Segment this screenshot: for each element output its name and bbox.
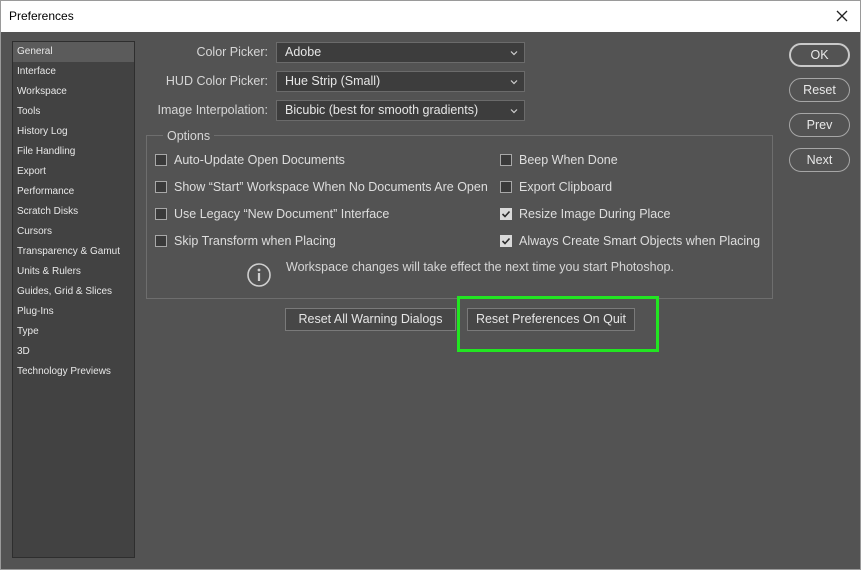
- preferences-sidebar: General Interface Workspace Tools Histor…: [12, 41, 135, 558]
- color-picker-label: Color Picker:: [196, 45, 268, 59]
- hud-color-picker-select[interactable]: Hue Strip (Small): [276, 71, 525, 92]
- chevron-down-icon: [510, 80, 518, 85]
- checkmark-icon: [501, 210, 511, 218]
- auto-update-label[interactable]: Auto-Update Open Documents: [174, 153, 345, 167]
- export-clipboard-checkbox[interactable]: [500, 181, 512, 193]
- prev-button[interactable]: Prev: [789, 113, 850, 137]
- sidebar-item-performance[interactable]: Performance: [13, 182, 134, 202]
- sidebar-item-file-handling[interactable]: File Handling: [13, 142, 134, 162]
- reset-warning-dialogs-button[interactable]: Reset All Warning Dialogs: [285, 308, 456, 331]
- info-icon: [247, 263, 271, 287]
- image-interpolation-label: Image Interpolation:: [157, 103, 269, 117]
- legacy-new-document-label[interactable]: Use Legacy “New Document” Interface: [174, 207, 389, 221]
- close-icon[interactable]: [832, 6, 852, 26]
- show-start-workspace-checkbox[interactable]: [155, 181, 167, 193]
- preferences-dialog: Preferences General Interface Workspace …: [0, 0, 861, 570]
- show-start-workspace-label[interactable]: Show “Start” Workspace When No Documents…: [174, 180, 488, 194]
- options-group-title: Options: [163, 129, 215, 143]
- resize-image-label[interactable]: Resize Image During Place: [519, 207, 670, 221]
- ok-button[interactable]: OK: [789, 43, 850, 67]
- title-bar: Preferences: [1, 1, 860, 32]
- chevron-down-icon: [510, 109, 518, 114]
- highlight-box: [457, 296, 659, 352]
- next-button[interactable]: Next: [789, 148, 850, 172]
- sidebar-item-units-rulers[interactable]: Units & Rulers: [13, 262, 134, 282]
- image-interpolation-value: Bicubic (best for smooth gradients): [285, 103, 479, 117]
- sidebar-item-transparency-gamut[interactable]: Transparency & Gamut: [13, 242, 134, 262]
- sidebar-item-cursors[interactable]: Cursors: [13, 222, 134, 242]
- sidebar-item-history-log[interactable]: History Log: [13, 122, 134, 142]
- sidebar-item-export[interactable]: Export: [13, 162, 134, 182]
- sidebar-item-type[interactable]: Type: [13, 322, 134, 342]
- sidebar-item-guides-grid-slices[interactable]: Guides, Grid & Slices: [13, 282, 134, 302]
- image-interpolation-select[interactable]: Bicubic (best for smooth gradients): [276, 100, 525, 121]
- color-picker-select[interactable]: Adobe: [276, 42, 525, 63]
- hud-color-picker-label: HUD Color Picker:: [165, 74, 268, 88]
- window-title: Preferences: [9, 9, 74, 23]
- sidebar-item-scratch-disks[interactable]: Scratch Disks: [13, 202, 134, 222]
- skip-transform-label[interactable]: Skip Transform when Placing: [174, 234, 336, 248]
- beep-when-done-checkbox[interactable]: [500, 154, 512, 166]
- sidebar-item-technology-previews[interactable]: Technology Previews: [13, 362, 134, 382]
- color-picker-value: Adobe: [285, 45, 322, 59]
- dialog-content: General Interface Workspace Tools Histor…: [1, 32, 860, 569]
- hud-color-picker-value: Hue Strip (Small): [285, 74, 381, 88]
- sidebar-item-plug-ins[interactable]: Plug-Ins: [13, 302, 134, 322]
- chevron-down-icon: [510, 51, 518, 56]
- sidebar-item-general[interactable]: General: [13, 42, 134, 62]
- smart-objects-label[interactable]: Always Create Smart Objects when Placing: [519, 234, 760, 248]
- sidebar-item-interface[interactable]: Interface: [13, 62, 134, 82]
- sidebar-item-tools[interactable]: Tools: [13, 102, 134, 122]
- sidebar-item-workspace[interactable]: Workspace: [13, 82, 134, 102]
- skip-transform-checkbox[interactable]: [155, 235, 167, 247]
- checkmark-icon: [501, 237, 511, 245]
- legacy-new-document-checkbox[interactable]: [155, 208, 167, 220]
- auto-update-checkbox[interactable]: [155, 154, 167, 166]
- resize-image-checkbox[interactable]: [500, 208, 512, 220]
- export-clipboard-label[interactable]: Export Clipboard: [519, 180, 612, 194]
- info-message: Workspace changes will take effect the n…: [286, 260, 674, 274]
- sidebar-item-3d[interactable]: 3D: [13, 342, 134, 362]
- reset-button[interactable]: Reset: [789, 78, 850, 102]
- beep-when-done-label[interactable]: Beep When Done: [519, 153, 618, 167]
- smart-objects-checkbox[interactable]: [500, 235, 512, 247]
